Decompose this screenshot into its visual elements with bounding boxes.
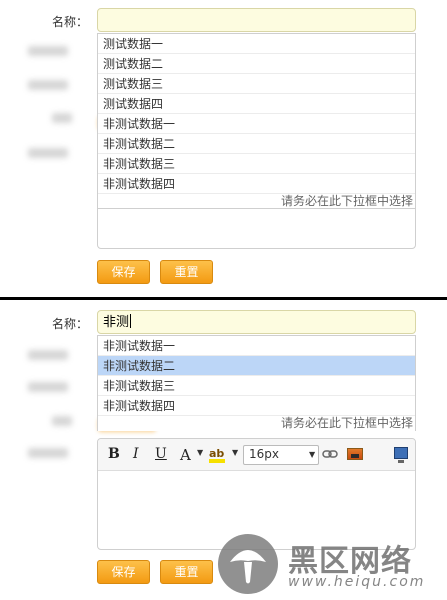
- bold-button[interactable]: B: [108, 446, 120, 464]
- save-button[interactable]: 保存: [97, 560, 150, 584]
- name-label: 名称：: [52, 317, 89, 331]
- suggestion-item[interactable]: 测试数据一: [98, 34, 415, 54]
- dropdown-hint: 请务必在此下拉框中选择: [280, 194, 413, 208]
- blurred-label: [28, 448, 68, 458]
- link-icon[interactable]: [322, 449, 338, 459]
- text-caret: [130, 314, 132, 328]
- save-button[interactable]: 保存: [97, 260, 150, 284]
- suggestion-item[interactable]: 测试数据三: [98, 74, 415, 94]
- suggestion-item[interactable]: 非测试数据三: [98, 376, 415, 396]
- panel-state-empty: 名称： A ▼ ab ▼ 16px▼ 测试数据一 测试数据二 测试数据三 测试数…: [0, 0, 447, 296]
- watermark: 黑区网络 www.heiqu.com: [214, 532, 444, 596]
- blurred-label: [28, 148, 68, 158]
- mushroom-logo-icon: [218, 534, 278, 594]
- dropdown-arrow-icon: ▼: [232, 448, 239, 457]
- italic-button[interactable]: I: [133, 446, 139, 464]
- name-input[interactable]: 非测: [97, 310, 416, 334]
- blurred-label: [52, 113, 72, 123]
- suggestion-item[interactable]: 测试数据二: [98, 54, 415, 74]
- dropdown-arrow-icon: ▼: [309, 450, 316, 459]
- reset-button[interactable]: 重置: [160, 260, 213, 284]
- blurred-label: [28, 46, 68, 56]
- blurred-label: [28, 382, 68, 392]
- suggestion-item-selected[interactable]: 非测试数据二: [98, 356, 415, 376]
- name-input[interactable]: [97, 8, 416, 32]
- name-input-value: 非测: [103, 315, 130, 330]
- suggestion-item[interactable]: 非测试数据一: [98, 114, 415, 134]
- suggestion-dropdown: 非测试数据一 非测试数据二 非测试数据三 非测试数据四 请务必在此下拉框中选择: [97, 335, 416, 431]
- font-color-button[interactable]: A: [180, 446, 191, 464]
- suggestion-item[interactable]: 非测试数据二: [98, 134, 415, 154]
- blurred-label: [28, 350, 68, 360]
- font-size-value: 16px: [249, 447, 279, 461]
- monitor-icon[interactable]: [394, 447, 408, 463]
- image-icon[interactable]: [347, 448, 363, 460]
- suggestion-item[interactable]: 非测试数据一: [98, 336, 415, 356]
- editor-toolbar: B I U A ▼ ab ▼ 16px ▼: [98, 439, 415, 471]
- underline-button[interactable]: U: [155, 446, 167, 464]
- watermark-url: www.heiqu.com: [288, 574, 426, 590]
- name-label: 名称：: [52, 15, 89, 29]
- suggestion-dropdown: 测试数据一 测试数据二 测试数据三 测试数据四 非测试数据一 非测试数据二 非测…: [97, 33, 416, 209]
- suggestion-item[interactable]: 非测试数据三: [98, 154, 415, 174]
- screenshot-divider: [0, 297, 447, 300]
- suggestion-item[interactable]: 测试数据四: [98, 94, 415, 114]
- dropdown-arrow-icon: ▼: [197, 448, 204, 457]
- suggestion-item[interactable]: 非测试数据四: [98, 396, 415, 416]
- suggestion-item[interactable]: 非测试数据四: [98, 174, 415, 194]
- blurred-label: [28, 80, 68, 90]
- dropdown-hint: 请务必在此下拉框中选择: [280, 416, 413, 430]
- blurred-label: [52, 416, 72, 426]
- highlight-button[interactable]: ab: [209, 447, 229, 463]
- reset-button[interactable]: 重置: [160, 560, 213, 584]
- font-size-select[interactable]: 16px ▼: [243, 445, 319, 465]
